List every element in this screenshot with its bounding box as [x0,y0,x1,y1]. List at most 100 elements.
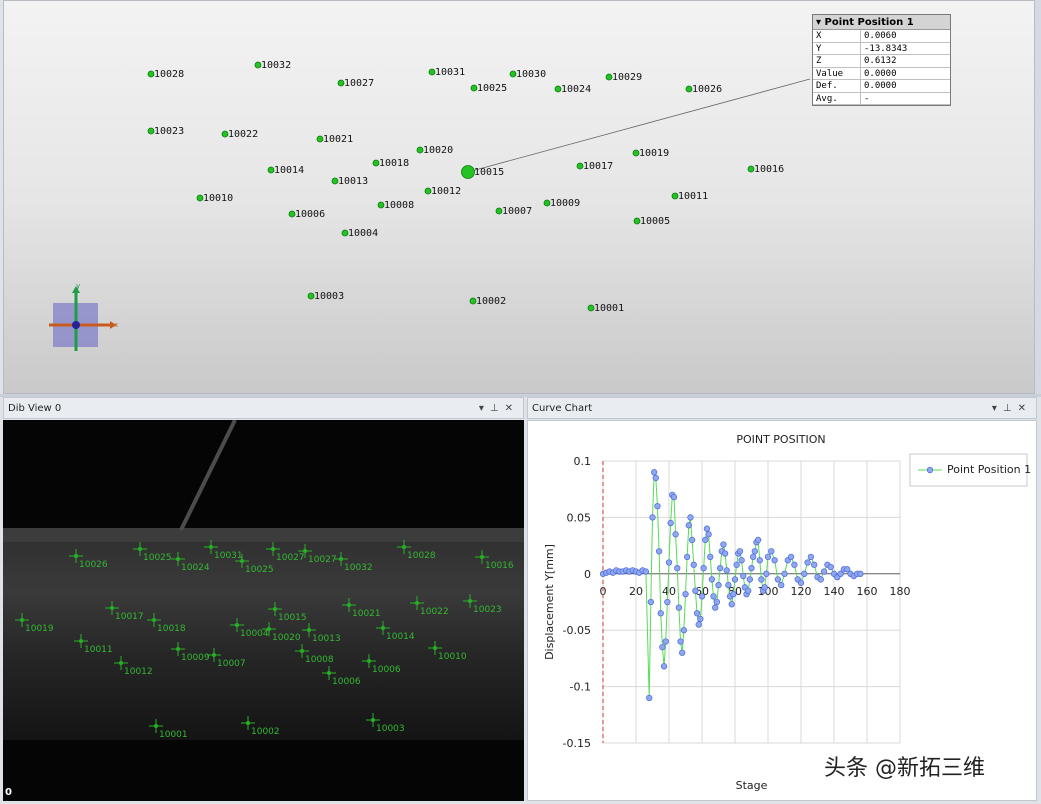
dib-marker[interactable] [415,601,419,605]
dib-marker-label: 10032 [344,563,373,573]
data-point [682,590,689,598]
point-label: 10002 [476,296,506,307]
data-point [820,568,828,575]
dropdown-icon[interactable]: ▾ [479,403,490,414]
data-point [733,561,740,568]
dib-marker-label: 10024 [181,563,210,573]
dib-marker[interactable] [235,623,239,627]
dib-marker[interactable] [480,555,484,559]
data-point [695,621,702,628]
point-label: 10003 [314,291,344,302]
dib-marker-label: 10006 [332,677,361,687]
point-label: 10017 [583,161,613,172]
legend-label: Point Position 1 [947,463,1031,476]
dib-marker[interactable] [152,618,156,622]
data-point [657,610,664,617]
dib-marker[interactable] [74,554,78,558]
dib-marker[interactable] [402,545,406,549]
data-point [697,615,704,623]
point-label: 10022 [228,129,258,140]
dib-canvas[interactable]: 100261002510024100311002510027 1002710032… [3,420,524,801]
point-label: 10025 [477,83,507,94]
dib-marker[interactable] [271,547,275,551]
dib-marker[interactable] [246,721,250,725]
data-point [730,590,737,598]
dib-marker[interactable] [209,545,213,549]
dib-marker-label: 10003 [376,724,405,734]
dib-marker-label: 10002 [251,727,280,737]
dib-image-view[interactable]: 10026 10025 10024 10031 10025 10027 10027 10032… [3,420,524,801]
dib-marker[interactable] [300,649,304,653]
point-label: 10005 [640,216,670,227]
point-label: 10007 [502,206,532,217]
dib-marker[interactable] [433,646,437,650]
dib-view-buttons: ▾⊥✕ [479,398,519,419]
data-point [817,576,824,583]
y-tick-label: -0.15 [563,737,591,750]
dib-marker[interactable] [367,659,371,663]
dib-marker[interactable] [154,724,158,728]
data-point [764,553,772,561]
dib-marker[interactable] [371,718,375,722]
data-point [707,553,714,561]
data-point [781,570,788,577]
data-point [715,581,722,589]
point-info-row: X 0.0060 [813,30,950,43]
curve-chart[interactable]: POINT POSITION 0 20 40 60 80 100 120 140 160 180 0.… [527,420,1037,801]
point-info-key: Y [813,42,861,54]
dib-marker[interactable] [273,607,277,611]
dib-marker[interactable] [176,647,180,651]
dib-marker[interactable] [176,557,180,561]
dib-marker-label: 10013 [312,634,341,644]
y-tick-label: -0.05 [563,624,591,637]
dib-marker[interactable] [240,559,244,563]
dib-marker[interactable] [327,671,331,675]
data-point [758,576,765,583]
dib-marker-label: 10010 [438,652,467,662]
scene-scrollbar[interactable] [1035,0,1041,396]
scene-3d-view[interactable]: 10028 10032 10027 10031 10030 10025 10024 10029… [3,0,1035,394]
x-tick-label: 180 [890,585,911,598]
dib-marker[interactable] [119,661,123,665]
data-point [688,536,696,544]
dib-marker[interactable] [110,606,114,610]
dib-marker[interactable] [79,639,83,643]
dib-marker[interactable] [307,628,311,632]
point-label: 10023 [154,126,184,137]
data-point [740,572,747,580]
point-info-row: Avg. - [813,92,950,105]
dib-marker[interactable] [303,549,307,553]
point-label: 10009 [550,198,580,209]
right-edge [1037,397,1041,801]
data-point [763,570,770,577]
y-tick-label: 0.05 [567,511,592,524]
close-icon[interactable]: ✕ [1018,403,1032,414]
pin-icon[interactable]: ⊥ [1003,403,1018,414]
dib-marker[interactable] [20,618,24,622]
dib-marker[interactable] [347,603,351,607]
dropdown-icon[interactable]: ▾ [992,403,1003,414]
data-point [710,593,717,600]
data-point [738,557,745,564]
point-label: 10026 [692,84,722,95]
data-point [749,553,757,561]
point-marker-selected[interactable] [461,165,475,179]
dib-marker-label: 10023 [473,605,502,615]
axis-gizmo: xy [49,282,118,351]
dib-marker[interactable] [212,653,216,657]
dib-marker[interactable] [381,626,385,630]
dib-marker-label: 10025 [143,553,172,563]
dib-marker-label: 10012 [124,667,153,677]
close-icon[interactable]: ✕ [505,403,519,414]
pin-icon[interactable]: ⊥ [490,403,505,414]
dib-marker[interactable] [468,599,472,603]
data-point [712,604,719,611]
dib-marker-label: 10006 [372,665,401,675]
dib-marker[interactable] [339,557,343,561]
data-point [685,522,692,529]
point-info-rows: X 0.0060 Y -13.8343 Z 0.6132 Value 0.0000 Def. 0.… [813,30,950,105]
data-point [723,567,730,574]
point-label: 10020 [423,145,453,156]
data-point [791,561,798,568]
dib-marker[interactable] [138,547,142,551]
